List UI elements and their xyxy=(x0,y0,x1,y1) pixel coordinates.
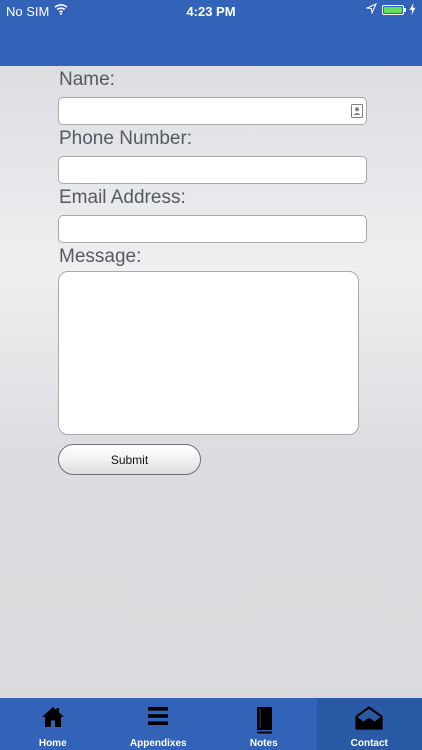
email-label: Email Address: xyxy=(59,187,186,208)
clock-time: 4:23 PM xyxy=(186,4,236,19)
email-field[interactable] xyxy=(58,215,367,243)
top-bar: No SIM 4:23 PM xyxy=(0,0,422,66)
location-arrow-icon xyxy=(366,3,377,14)
battery-icon xyxy=(382,5,404,15)
battery-tip xyxy=(404,8,406,12)
book-icon xyxy=(256,707,272,734)
name-label: Name: xyxy=(59,69,115,90)
tab-home-label: Home xyxy=(38,738,67,749)
envelope-icon xyxy=(355,706,383,730)
tab-bar: Home Appendixes Notes Contact xyxy=(0,698,422,750)
contact-card-icon[interactable] xyxy=(351,104,363,118)
list-icon xyxy=(148,707,169,725)
charging-bolt-icon xyxy=(409,3,416,15)
battery-level xyxy=(384,7,402,13)
home-icon xyxy=(41,707,64,727)
tab-home[interactable]: Home xyxy=(0,698,106,750)
tab-appendixes-label: Appendixes xyxy=(129,738,187,749)
tab-contact-label: Contact xyxy=(350,738,388,749)
message-label: Message: xyxy=(59,246,142,267)
tab-contact[interactable]: Contact xyxy=(316,698,422,750)
tab-notes-label: Notes xyxy=(249,738,278,749)
message-textarea[interactable] xyxy=(58,271,359,435)
tab-notes[interactable]: Notes xyxy=(211,698,317,750)
phone-field[interactable] xyxy=(58,156,367,184)
name-field[interactable] xyxy=(58,97,367,125)
tab-appendixes[interactable]: Appendixes xyxy=(106,698,212,750)
submit-button[interactable]: Submit xyxy=(58,444,201,475)
phone-label: Phone Number: xyxy=(59,128,193,149)
status-bar: No SIM 4:23 PM xyxy=(0,0,422,22)
